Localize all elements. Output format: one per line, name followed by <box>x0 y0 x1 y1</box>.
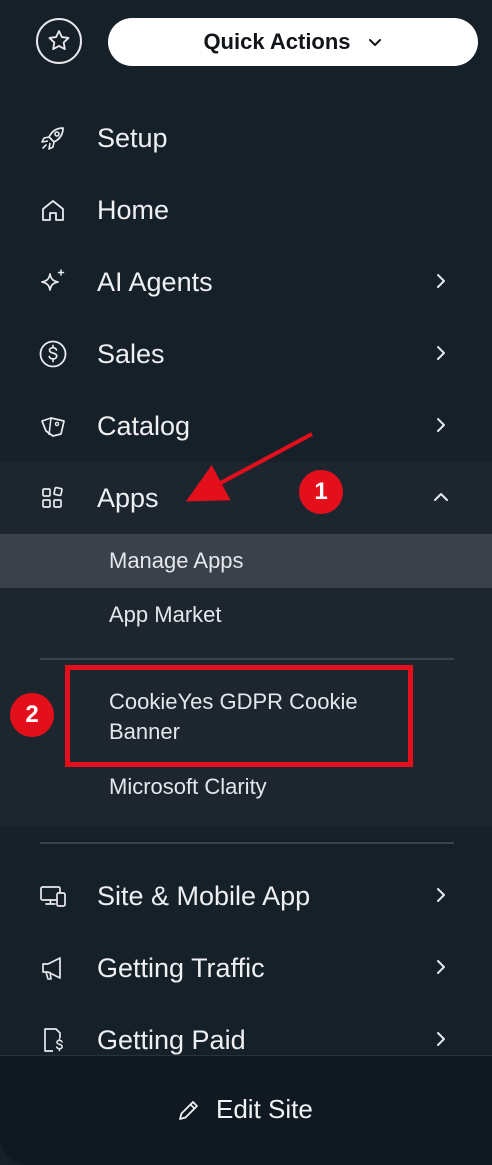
annotation-arrow <box>185 432 313 502</box>
annotation-badge-2: 2 <box>10 693 54 737</box>
annotation-highlight-box <box>65 665 413 767</box>
annotation-badge-1: 1 <box>299 470 343 514</box>
